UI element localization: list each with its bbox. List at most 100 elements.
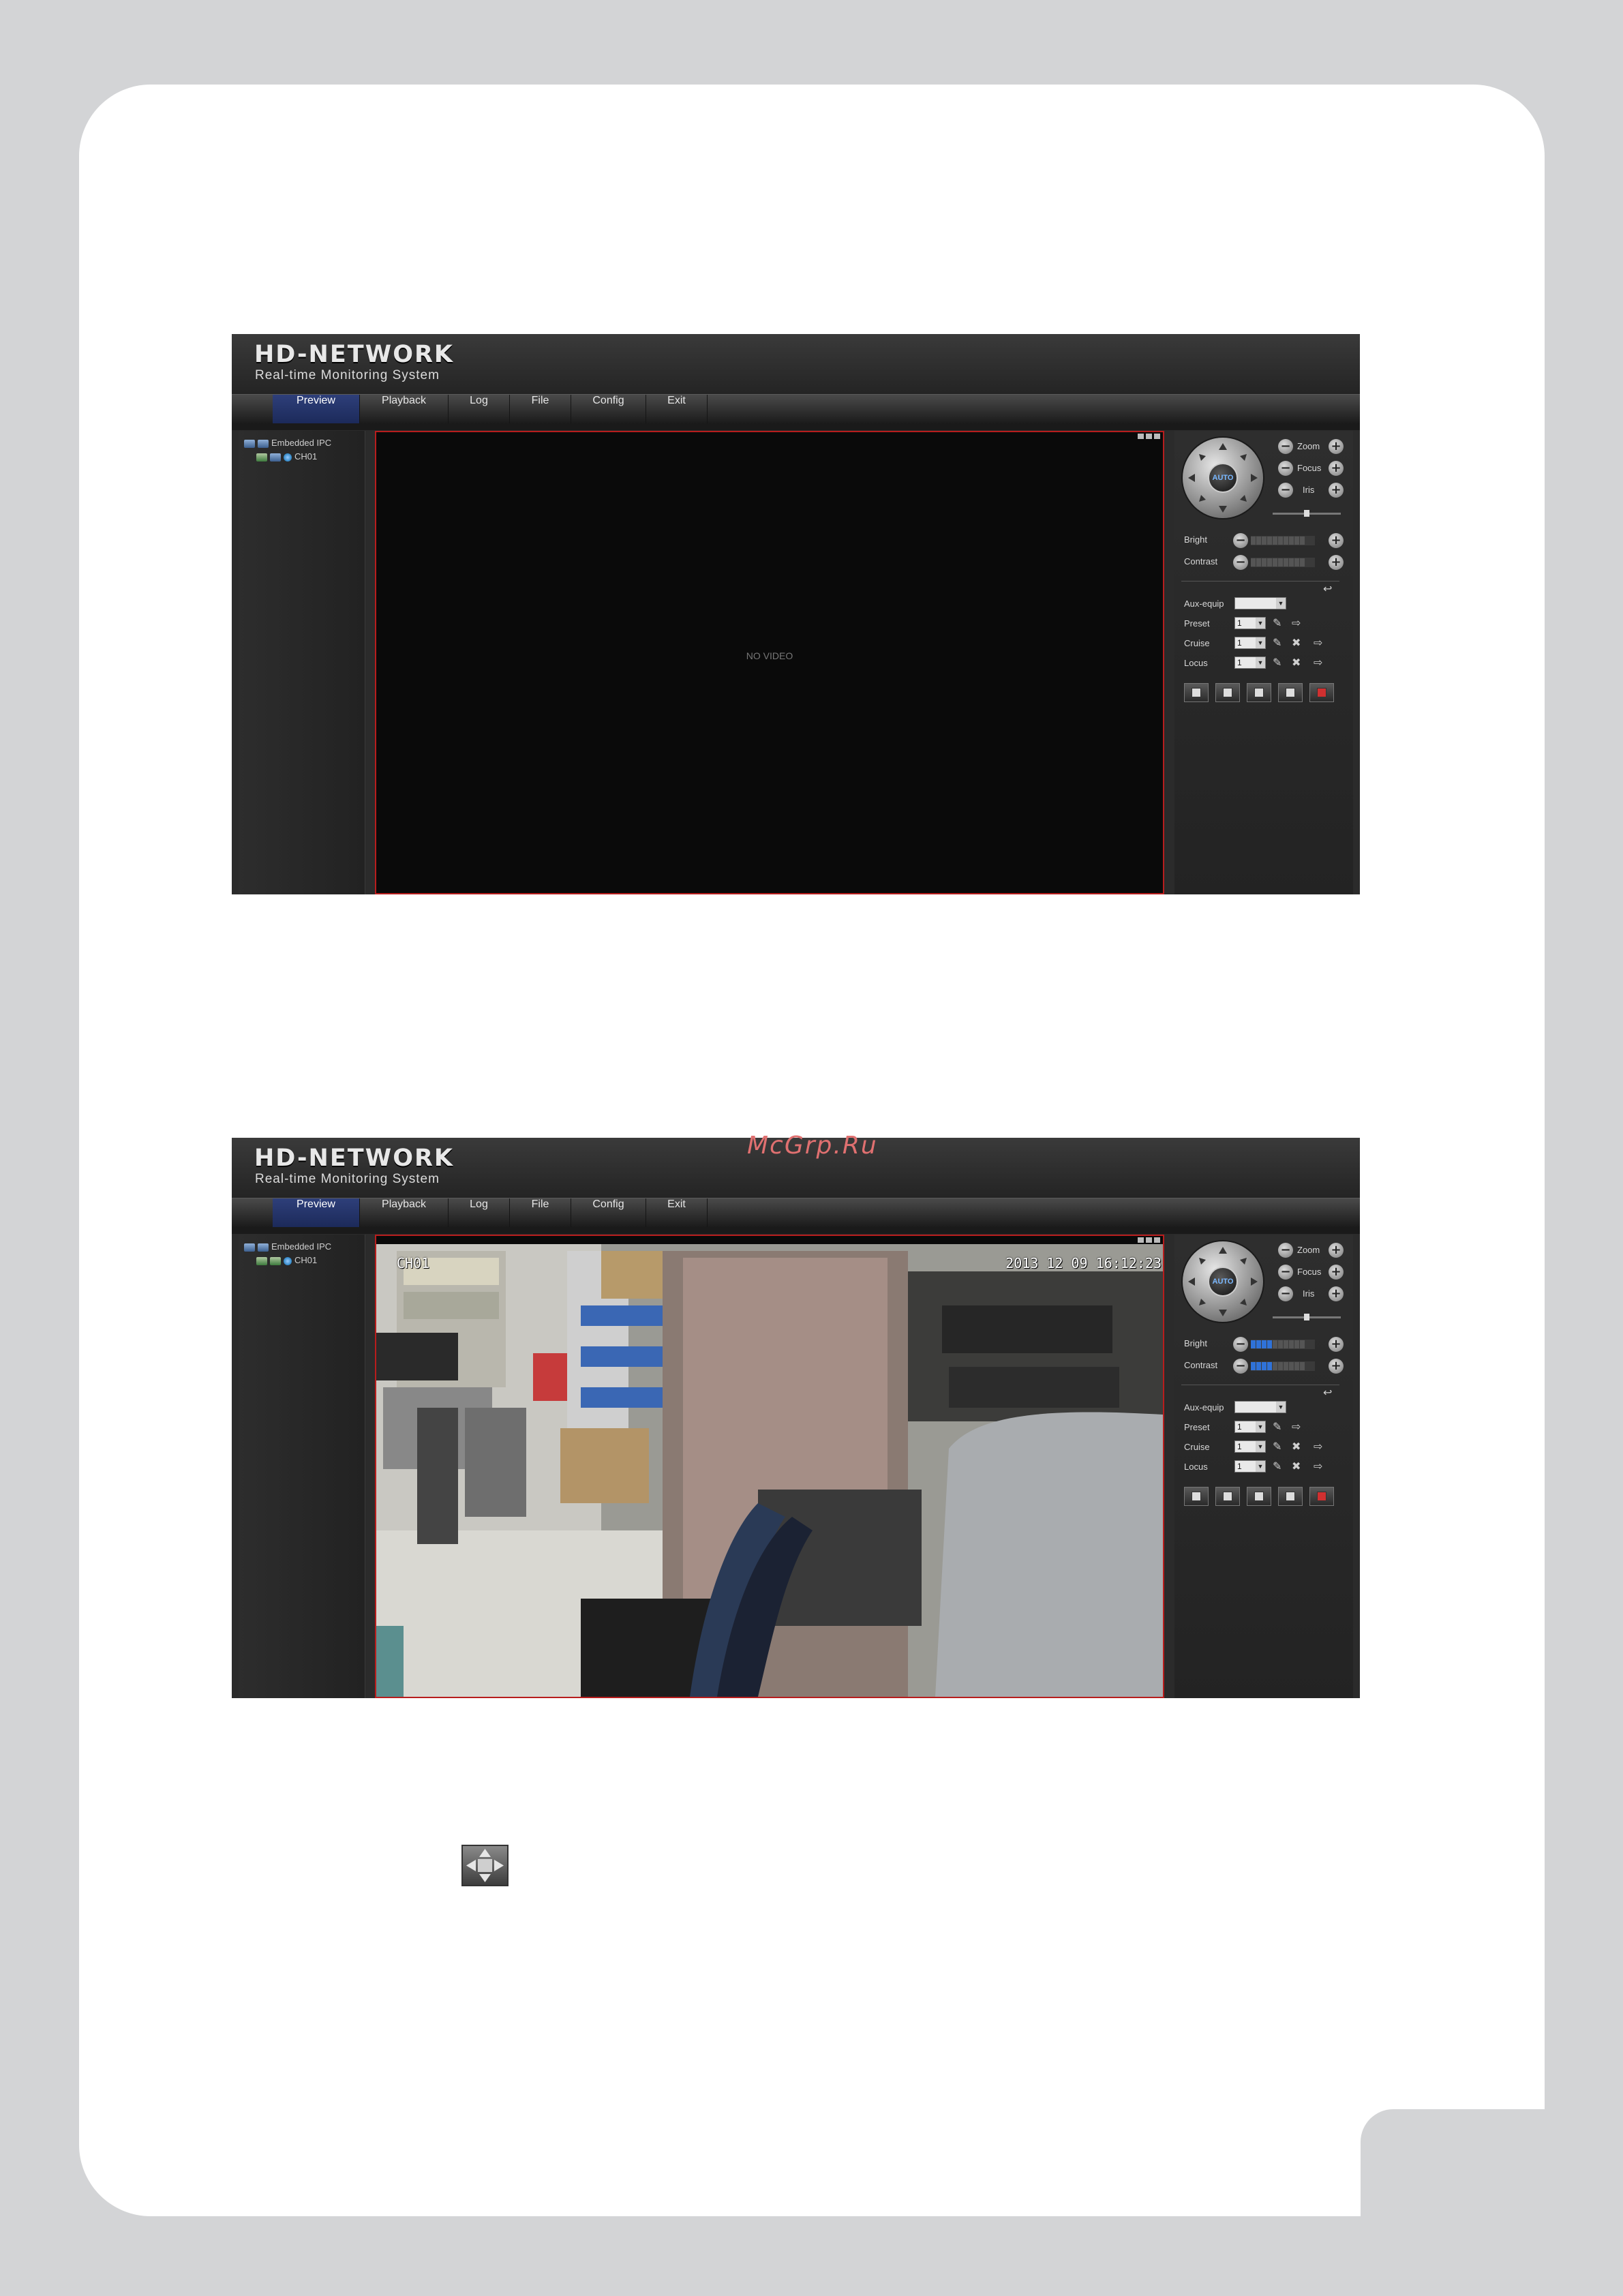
snapshot-button[interactable] [1215,683,1240,702]
tab-playback[interactable]: Playback [360,395,449,423]
video-viewport[interactable]: CH01 2013 12 09 16:12:23 [375,1235,1164,1698]
zoom-out-button[interactable]: − [1278,1243,1293,1258]
fullscreen-button[interactable] [1247,683,1271,702]
record-button[interactable] [1184,1487,1209,1506]
start-locus-icon[interactable]: ⇨ [1314,1460,1322,1472]
edit-locus-icon[interactable]: ✎ [1273,1460,1281,1472]
tab-preview[interactable]: Preview [273,1198,360,1227]
bright-down-button[interactable]: − [1233,533,1248,548]
contrast-down-button[interactable]: − [1233,1359,1248,1374]
tab-log[interactable]: Log [449,395,510,423]
stop-cruise-icon[interactable]: ✖ [1292,636,1301,649]
start-cruise-icon[interactable]: ⇨ [1314,636,1322,649]
tab-log[interactable]: Log [449,1198,510,1227]
window-icon[interactable] [1138,1237,1144,1243]
level-segment [1267,1362,1272,1370]
chevron-down-icon: ▼ [1256,1441,1265,1452]
tab-config[interactable]: Config [571,395,646,423]
edit-preset-icon[interactable]: ✎ [1273,616,1281,629]
tree-channel[interactable]: CH01 [256,1255,317,1265]
ptz-auto-button[interactable]: AUTO [1208,463,1238,493]
iris-open-button[interactable]: + [1329,483,1344,498]
contrast-up-button[interactable]: + [1329,1359,1344,1374]
window-icon[interactable] [1138,434,1144,439]
audio-button[interactable] [1278,1487,1303,1506]
aux-select[interactable]: ▼ [1234,1401,1286,1413]
focus-near-button[interactable]: − [1278,461,1293,476]
preset-select[interactable]: 1 ▼ [1234,1421,1266,1433]
tree-root[interactable]: Embedded IPC [244,1241,331,1252]
iris-close-button[interactable]: − [1278,1286,1293,1301]
stop-locus-icon[interactable]: ✖ [1292,656,1301,669]
contrast-level-bar[interactable] [1251,558,1315,567]
zoom-out-button[interactable]: − [1278,439,1293,454]
aux-select[interactable]: ▼ [1234,597,1286,609]
start-locus-icon[interactable]: ⇨ [1314,656,1322,669]
edit-cruise-icon[interactable]: ✎ [1273,1440,1281,1453]
stop-button[interactable] [1309,683,1334,702]
ptz-panel: AUTO − Zoom + − Focus + − Iris + Bright … [1174,431,1353,894]
audio-icon[interactable] [1146,1237,1152,1243]
ptz-speed-slider[interactable] [1273,510,1341,517]
bright-down-button[interactable]: − [1233,1337,1248,1352]
locus-select[interactable]: 1 ▼ [1234,656,1266,669]
iris-close-button[interactable]: − [1278,483,1293,498]
bright-level-bar[interactable] [1251,1340,1315,1349]
network-icon [256,1256,267,1265]
goto-preset-icon[interactable]: ⇨ [1292,1420,1301,1433]
cruise-select[interactable]: 1 ▼ [1234,637,1266,649]
tab-exit[interactable]: Exit [646,395,708,423]
tab-playback[interactable]: Playback [360,1198,449,1227]
focus-near-button[interactable]: − [1278,1265,1293,1280]
contrast-down-button[interactable]: − [1233,555,1248,570]
cruise-select[interactable]: 1 ▼ [1234,1440,1266,1453]
stop-locus-icon[interactable]: ✖ [1292,1460,1301,1472]
stop-button[interactable] [1309,1487,1334,1506]
focus-far-button[interactable]: + [1329,461,1344,476]
snapshot-button[interactable] [1215,1487,1240,1506]
bright-up-button[interactable]: + [1329,533,1344,548]
zoom-in-button[interactable]: + [1329,1243,1344,1258]
tab-config[interactable]: Config [571,1198,646,1227]
ptz-dial[interactable]: AUTO [1183,438,1263,518]
tree-root[interactable]: Embedded IPC [244,438,331,448]
audio-icon[interactable] [1146,434,1152,439]
fullscreen-button[interactable] [1247,1487,1271,1506]
iris-label: Iris [1303,485,1315,495]
reset-icon[interactable]: ↩ [1323,582,1332,595]
contrast-up-button[interactable]: + [1329,555,1344,570]
reset-icon[interactable]: ↩ [1323,1386,1332,1399]
slider-knob[interactable] [1304,1314,1309,1320]
close-icon[interactable] [1154,434,1160,439]
app-header: HD-NETWORK Real-time Monitoring System [232,334,1360,394]
bright-up-button[interactable]: + [1329,1337,1344,1352]
slider-knob[interactable] [1304,510,1309,517]
video-viewport[interactable]: NO VIDEO [375,431,1164,894]
contrast-level-bar[interactable] [1251,1361,1315,1371]
iris-open-button[interactable]: + [1329,1286,1344,1301]
tab-preview[interactable]: Preview [273,395,360,423]
ptz-dial[interactable]: AUTO [1183,1241,1263,1322]
edit-preset-icon[interactable]: ✎ [1273,1420,1281,1433]
goto-preset-icon[interactable]: ⇨ [1292,616,1301,629]
locus-select[interactable]: 1 ▼ [1234,1460,1266,1472]
zoom-in-button[interactable]: + [1329,439,1344,454]
audio-button[interactable] [1278,683,1303,702]
edit-cruise-icon[interactable]: ✎ [1273,636,1281,649]
bright-level-bar[interactable] [1251,536,1315,545]
camera-icon [1223,688,1232,697]
tab-exit[interactable]: Exit [646,1198,708,1227]
locus-value: 1 [1237,1462,1242,1471]
edit-locus-icon[interactable]: ✎ [1273,656,1281,669]
record-button[interactable] [1184,683,1209,702]
close-icon[interactable] [1154,1237,1160,1243]
ptz-speed-slider[interactable] [1273,1314,1341,1320]
tab-file[interactable]: File [510,395,571,423]
preset-select[interactable]: 1 ▼ [1234,617,1266,629]
stop-cruise-icon[interactable]: ✖ [1292,1440,1301,1453]
tree-channel[interactable]: CH01 [256,451,317,462]
focus-far-button[interactable]: + [1329,1265,1344,1280]
tab-file[interactable]: File [510,1198,571,1227]
ptz-auto-button[interactable]: AUTO [1208,1267,1238,1297]
start-cruise-icon[interactable]: ⇨ [1314,1440,1322,1453]
